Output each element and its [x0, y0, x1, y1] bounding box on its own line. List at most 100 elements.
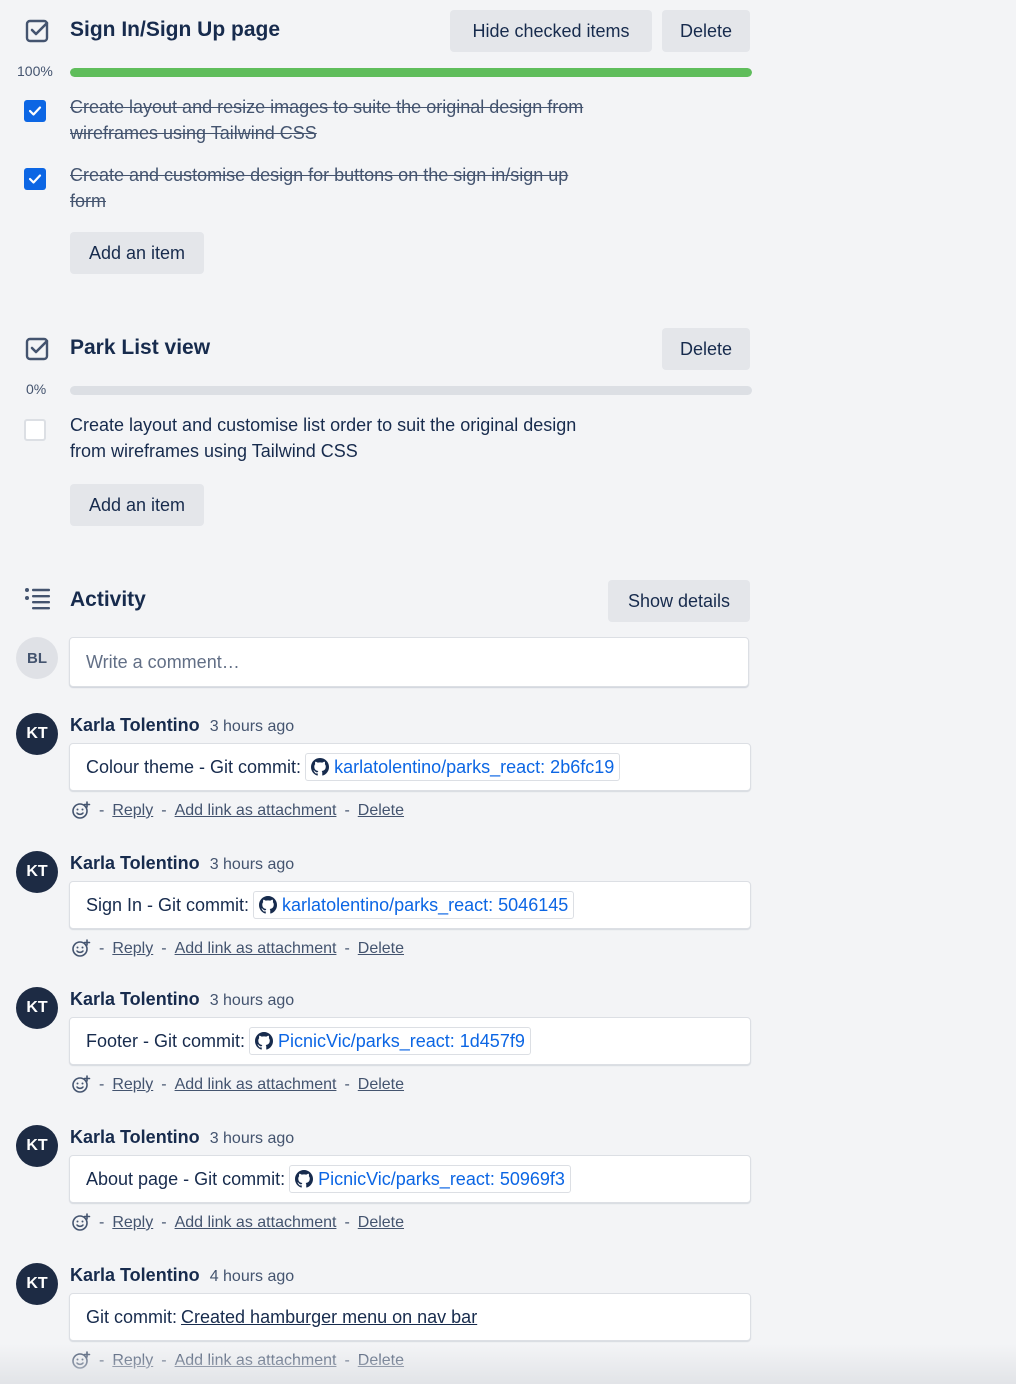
- comment-author[interactable]: Karla Tolentino: [70, 1127, 200, 1148]
- comment-time[interactable]: 3 hours ago: [210, 718, 295, 736]
- git-commit-link[interactable]: PicnicVic/parks_react: 50969f3: [289, 1165, 571, 1193]
- add-item-button[interactable]: Add an item: [70, 232, 204, 274]
- comment-time[interactable]: 4 hours ago: [210, 1268, 295, 1286]
- delete-comment-link[interactable]: Delete: [358, 940, 404, 958]
- git-commit-link-text: PicnicVic/parks_react: 1d457f9: [278, 1030, 525, 1051]
- checklist-item-text: Create layout and customise list order t…: [70, 415, 577, 435]
- scroll-fade: [0, 1344, 1016, 1384]
- github-icon: [311, 758, 330, 776]
- separator: -: [99, 940, 105, 957]
- activity-list-icon: [24, 586, 50, 612]
- git-commit-link[interactable]: PicnicVic/parks_react: 1d457f9: [249, 1027, 531, 1055]
- checklist-icon: [25, 18, 51, 44]
- checklist-item[interactable]: Create and customise design for buttons …: [70, 162, 650, 214]
- comment-author[interactable]: Karla Tolentino: [70, 989, 200, 1010]
- git-commit-link-text: PicnicVic/parks_react: 50969f3: [318, 1168, 565, 1189]
- comment-header: Karla Tolentino 4 hours ago: [70, 1265, 294, 1286]
- checkmark-icon: [28, 174, 42, 184]
- avatar[interactable]: KT: [16, 1125, 58, 1167]
- add-reaction-icon[interactable]: [71, 1075, 91, 1095]
- git-commit-link[interactable]: karlatolentino/parks_react: 5046145: [253, 891, 575, 919]
- comment-body: Sign In - Git commit: karlatolentino/park…: [69, 881, 751, 929]
- add-link-attachment-link[interactable]: Add link as attachment: [175, 1076, 337, 1094]
- comment-actions: -Reply-Add link as attachment-Delete: [71, 1075, 404, 1095]
- progress-bar: [70, 386, 752, 395]
- progress-percent: 100%: [17, 63, 53, 79]
- separator: -: [344, 1214, 350, 1231]
- comment-author[interactable]: Karla Tolentino: [70, 1265, 200, 1286]
- git-commit-link-text: karlatolentino/parks_react: 2b6fc19: [334, 756, 615, 777]
- github-icon: [255, 1032, 274, 1050]
- separator: -: [344, 940, 350, 957]
- checklist-item-text: from wireframes using Tailwind CSS: [70, 441, 358, 461]
- separator: -: [161, 1076, 167, 1093]
- comment-actions: -Reply-Add link as attachment-Delete: [71, 939, 404, 959]
- git-commit-link[interactable]: karlatolentino/parks_react: 2b6fc19: [305, 753, 621, 781]
- checkmark-icon: [28, 106, 42, 116]
- checklist-title[interactable]: Park List view: [70, 336, 210, 360]
- add-link-attachment-link[interactable]: Add link as attachment: [175, 940, 337, 958]
- item-checkbox[interactable]: [24, 100, 46, 122]
- comment-header: Karla Tolentino 3 hours ago: [70, 853, 294, 874]
- item-checkbox[interactable]: [24, 419, 46, 441]
- separator: -: [161, 940, 167, 957]
- separator: -: [161, 1214, 167, 1231]
- delete-comment-link[interactable]: Delete: [358, 1076, 404, 1094]
- checklist-title[interactable]: Sign In/Sign Up page: [70, 18, 280, 42]
- comment-body: Colour theme - Git commit: karlatolentino…: [69, 743, 751, 791]
- reply-link[interactable]: Reply: [112, 1076, 153, 1094]
- progress-bar: [70, 68, 752, 77]
- comment-author[interactable]: Karla Tolentino: [70, 715, 200, 736]
- comment-text: About page - Git commit:: [86, 1168, 286, 1189]
- checklist-item-text: Create layout and resize images to suite…: [70, 97, 584, 117]
- hide-checked-items-button[interactable]: Hide checked items: [450, 10, 652, 52]
- comment-time[interactable]: 3 hours ago: [210, 1130, 295, 1148]
- comment-header: Karla Tolentino 3 hours ago: [70, 715, 294, 736]
- comment-header: Karla Tolentino 3 hours ago: [70, 989, 294, 1010]
- show-details-button[interactable]: Show details: [608, 580, 750, 622]
- github-icon: [295, 1170, 314, 1188]
- reply-link[interactable]: Reply: [112, 802, 153, 820]
- comment-body: About page - Git commit: PicnicVic/parks_…: [69, 1155, 751, 1203]
- comment-text: Sign In - Git commit:: [86, 894, 250, 915]
- add-link-attachment-link[interactable]: Add link as attachment: [175, 802, 337, 820]
- add-item-button[interactable]: Add an item: [70, 484, 204, 526]
- comment-actions: -Reply-Add link as attachment-Delete: [71, 801, 404, 821]
- item-checkbox[interactable]: [24, 168, 46, 190]
- delete-comment-link[interactable]: Delete: [358, 802, 404, 820]
- progress-bar-fill: [70, 68, 752, 77]
- add-reaction-icon[interactable]: [71, 801, 91, 821]
- avatar[interactable]: KT: [16, 713, 58, 755]
- delete-checklist-button[interactable]: Delete: [662, 328, 750, 370]
- separator: -: [161, 802, 167, 819]
- progress-percent: 0%: [26, 381, 47, 397]
- comment-body: Git commit: Created hamburger menu on nav…: [69, 1293, 751, 1341]
- delete-comment-link[interactable]: Delete: [358, 1214, 404, 1232]
- comment-header: Karla Tolentino 3 hours ago: [70, 1127, 294, 1148]
- avatar[interactable]: KT: [16, 1263, 58, 1305]
- comment-author[interactable]: Karla Tolentino: [70, 853, 200, 874]
- delete-checklist-button[interactable]: Delete: [662, 10, 750, 52]
- add-reaction-icon[interactable]: [71, 1213, 91, 1233]
- comment-text: Footer - Git commit:: [86, 1030, 246, 1051]
- checklist-item[interactable]: Create layout and customise list order t…: [70, 412, 650, 464]
- git-commit-link[interactable]: Created hamburger menu on nav bar: [181, 1307, 477, 1328]
- github-icon: [259, 896, 278, 914]
- comment-input[interactable]: Write a comment…: [69, 637, 749, 687]
- checklist-item[interactable]: Create layout and resize images to suite…: [70, 94, 650, 146]
- git-commit-link-text: karlatolentino/parks_react: 5046145: [282, 894, 569, 915]
- reply-link[interactable]: Reply: [112, 940, 153, 958]
- comment-time[interactable]: 3 hours ago: [210, 856, 295, 874]
- comment-text: Colour theme - Git commit:: [86, 756, 302, 777]
- comment-text: Git commit:: [86, 1306, 178, 1327]
- reply-link[interactable]: Reply: [112, 1214, 153, 1232]
- checklist-icon: [25, 336, 51, 362]
- avatar[interactable]: KT: [16, 987, 58, 1029]
- comment-time[interactable]: 3 hours ago: [210, 992, 295, 1010]
- activity-title: Activity: [70, 588, 146, 611]
- avatar[interactable]: BL: [16, 637, 58, 679]
- avatar[interactable]: KT: [16, 851, 58, 893]
- add-link-attachment-link[interactable]: Add link as attachment: [175, 1214, 337, 1232]
- separator: -: [344, 802, 350, 819]
- add-reaction-icon[interactable]: [71, 939, 91, 959]
